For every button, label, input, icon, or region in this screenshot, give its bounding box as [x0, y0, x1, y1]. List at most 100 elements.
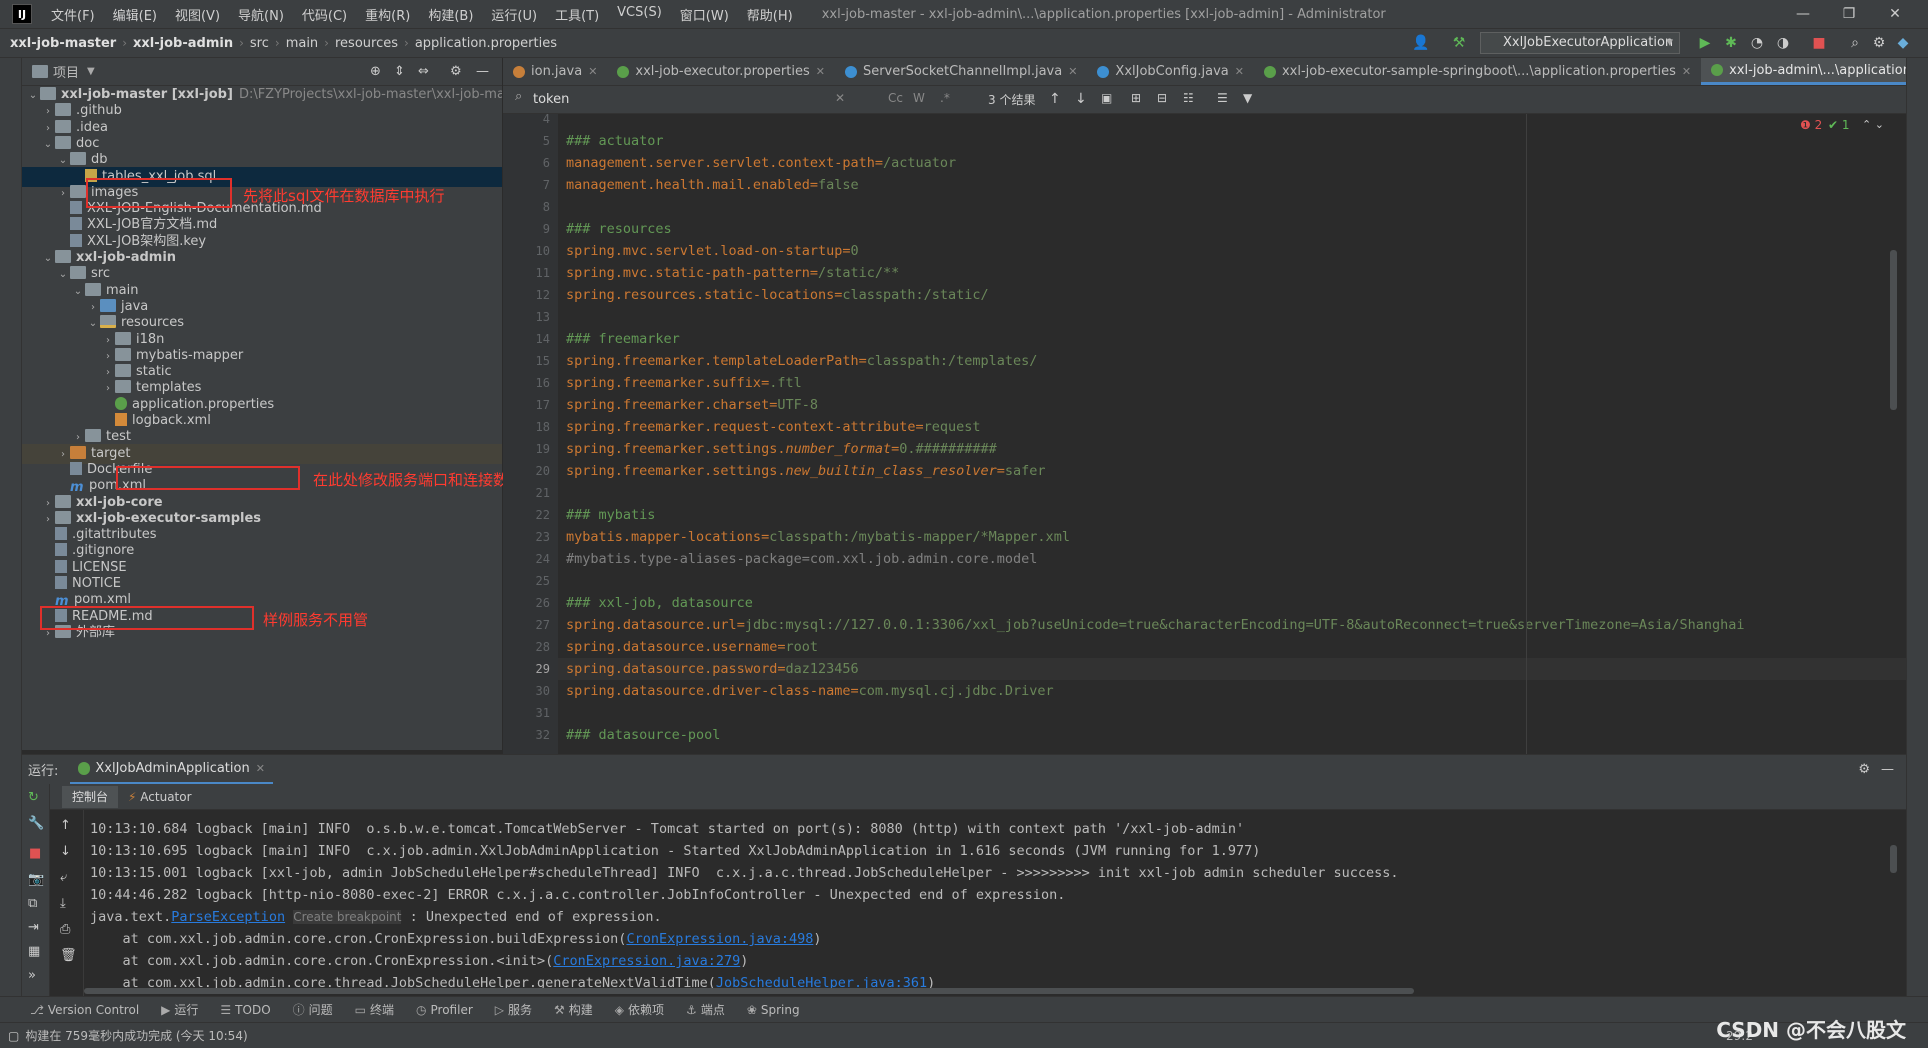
menu-item[interactable]: 运行(U)	[482, 5, 546, 24]
editor-tab[interactable]: ion.java ✕	[503, 58, 607, 85]
rerun-icon[interactable]: ↻	[28, 790, 39, 805]
editor-tab[interactable]: xxl-job-executor.properties ✕	[607, 58, 835, 85]
previous-occurrence-icon[interactable]: ↑	[1049, 91, 1061, 107]
stacktrace-link[interactable]: CronExpression.java:279	[553, 953, 740, 969]
menu-item[interactable]: 重构(R)	[356, 5, 419, 24]
editor-tab[interactable]: xxl-job-executor-sample-springboot\...\a…	[1254, 58, 1701, 85]
select-all-icon[interactable]: ☷	[1183, 91, 1194, 105]
close-tab-icon[interactable]: ✕	[1235, 58, 1244, 85]
editor-tab[interactable]: ServerSocketChannelImpl.java ✕	[835, 58, 1087, 85]
editor-scrollbar[interactable]	[1890, 250, 1897, 410]
find-input[interactable]: token	[511, 89, 856, 111]
camera-icon[interactable]: 📷	[28, 872, 44, 887]
chevron-down-icon[interactable]: ▼	[87, 66, 95, 77]
close-tab-icon[interactable]: ✕	[256, 762, 265, 775]
maximize-icon[interactable]: ❐	[1826, 0, 1872, 28]
filter-icon[interactable]: ▼	[1243, 91, 1252, 105]
close-tab-icon[interactable]: ✕	[1068, 58, 1077, 85]
inspection-warnings[interactable]: ✔ 1	[1828, 118, 1850, 132]
locate-icon[interactable]: ⊕	[370, 64, 381, 79]
soft-wrap-icon[interactable]: ⤶	[60, 870, 67, 885]
close-tab-icon[interactable]: ✕	[816, 58, 825, 85]
menu-item[interactable]: 帮助(H)	[738, 5, 802, 24]
select-all-occurrences-icon[interactable]: ▣	[1101, 91, 1112, 105]
expand-all-icon[interactable]: ⇕	[394, 64, 405, 79]
tool-window-spring[interactable]: ❀ Spring	[747, 1003, 800, 1017]
menu-item[interactable]: 工具(T)	[546, 5, 608, 24]
hide-run-panel-icon[interactable]: —	[1881, 762, 1894, 777]
settings-gear-icon[interactable]: ⚙	[1870, 34, 1888, 52]
tool-window-item[interactable]: ▶ 运行	[161, 1001, 198, 1018]
project-panel-title[interactable]: 项目	[53, 62, 79, 81]
inspection-errors[interactable]: ❶ 2	[1800, 118, 1822, 132]
console-output[interactable]: 10:13:10.684 logback [main] INFO o.s.b.w…	[84, 810, 1906, 996]
menu-item[interactable]: 代码(C)	[293, 5, 356, 24]
plugin-icon[interactable]: ◆	[1894, 34, 1912, 52]
menu-item[interactable]: 编辑(E)	[104, 5, 166, 24]
hide-panel-icon[interactable]: —	[476, 64, 489, 79]
breadcrumb-src[interactable]: src	[250, 36, 269, 51]
exit-icon[interactable]: ⇥	[28, 920, 39, 935]
breadcrumb-project[interactable]: xxl-job-master	[10, 36, 116, 51]
build-hammer-icon[interactable]: ⚒	[1450, 34, 1468, 52]
whole-words-toggle[interactable]: W	[913, 91, 925, 105]
inspection-nav-icon[interactable]: ⌃ ⌄	[1862, 118, 1884, 131]
breadcrumb-main[interactable]: main	[286, 36, 318, 51]
run-configuration-select[interactable]: XxlJobExecutorApplication ▾	[1480, 32, 1680, 54]
tool-window-item[interactable]: ▷ 服务	[495, 1001, 532, 1018]
layout-icon[interactable]: ⧉	[28, 896, 37, 911]
menu-item[interactable]: 窗口(W)	[671, 5, 738, 24]
run-settings-gear-icon[interactable]: ⚙	[1858, 762, 1870, 777]
create-breakpoint-hint[interactable]: Create breakpoint	[293, 910, 402, 924]
menu-item[interactable]: 导航(N)	[229, 5, 293, 24]
breadcrumb-file[interactable]: application.properties	[415, 36, 557, 51]
profile-icon[interactable]: ◑	[1774, 34, 1792, 52]
code-editor[interactable]: ### actuator management.server.servlet.co…	[558, 114, 1906, 754]
tool-window-item[interactable]: ◈ 依赖项	[615, 1001, 664, 1018]
scroll-down-icon[interactable]: ↓	[60, 844, 71, 859]
menu-item[interactable]: 文件(F)	[42, 5, 104, 24]
stop-icon[interactable]: ■	[1810, 34, 1828, 52]
tool-window-todo[interactable]: ☰ TODO	[220, 1003, 270, 1017]
add-occurrence-icon[interactable]: ⊞	[1131, 91, 1141, 105]
search-icon[interactable]: ⌕	[1846, 34, 1864, 52]
breadcrumb-resources[interactable]: resources	[335, 36, 398, 51]
remove-occurrence-icon[interactable]: ⊟	[1157, 91, 1167, 105]
tool-window-profiler[interactable]: ◷ Profiler	[416, 1003, 473, 1017]
stacktrace-link[interactable]: ParseException	[171, 909, 285, 925]
close-icon[interactable]: ✕	[1872, 0, 1918, 28]
editor-tab[interactable]: xxl-job-admin\...\application.properties…	[1701, 58, 1906, 85]
console-scrollbar[interactable]	[1890, 845, 1897, 873]
tool-window-item[interactable]: ⓘ 问题	[293, 1001, 333, 1018]
tab-actuator[interactable]: ⚡ Actuator	[118, 790, 202, 804]
menu-item[interactable]: 构建(B)	[419, 5, 482, 24]
tool-window-item[interactable]: ⚒ 构建	[554, 1001, 593, 1018]
run-tab[interactable]: XxlJobAdminApplication ✕	[70, 755, 273, 785]
menu-item[interactable]: 视图(V)	[166, 5, 229, 24]
print-icon[interactable]: ⎙	[60, 922, 70, 937]
breadcrumb-module[interactable]: xxl-job-admin	[133, 36, 233, 51]
console-hscrollbar[interactable]	[84, 988, 1414, 994]
tool-window-version-control[interactable]: ⎇ Version Control	[30, 1003, 139, 1017]
run-icon[interactable]: ▶	[1696, 34, 1714, 52]
panel-gear-icon[interactable]: ⚙	[450, 64, 462, 79]
close-tab-icon[interactable]: ✕	[588, 58, 597, 85]
scroll-to-end-icon[interactable]: ⤓	[60, 896, 66, 911]
more-icon[interactable]: »	[28, 968, 36, 983]
close-tab-icon[interactable]: ✕	[1682, 58, 1691, 85]
minimize-icon[interactable]: —	[1780, 0, 1826, 28]
user-icon[interactable]: 👤	[1412, 34, 1430, 52]
layout-grid-icon[interactable]: ▦	[28, 944, 40, 959]
clear-search-icon[interactable]: ✕	[835, 91, 845, 105]
filter-options-icon[interactable]: ☰	[1217, 91, 1228, 105]
stop-run-icon[interactable]: ■	[29, 846, 41, 861]
clear-console-icon[interactable]: 🗑	[60, 948, 77, 963]
regex-toggle[interactable]: .*	[940, 91, 950, 105]
coverage-icon[interactable]: ◔	[1748, 34, 1766, 52]
tool-window-item[interactable]: ⚓ 端点	[686, 1001, 725, 1018]
tool-window-item[interactable]: ▭ 终端	[355, 1001, 394, 1018]
menu-item[interactable]: VCS(S)	[608, 5, 671, 24]
tab-console[interactable]: 控制台	[62, 785, 119, 808]
stacktrace-link[interactable]: CronExpression.java:498	[626, 931, 813, 947]
collapse-all-icon[interactable]: ⇔	[418, 64, 429, 79]
